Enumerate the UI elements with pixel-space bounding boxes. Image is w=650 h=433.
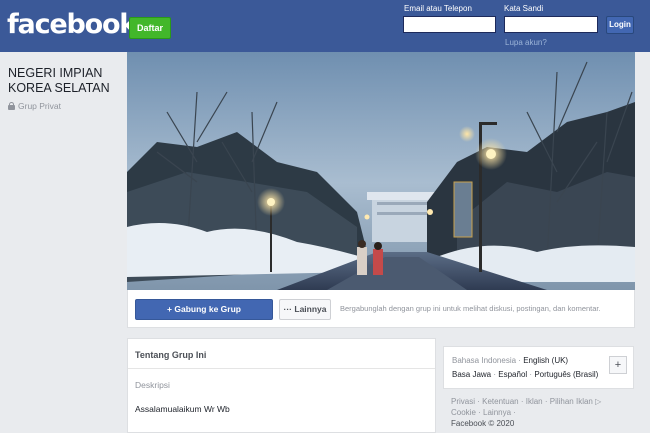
password-field[interactable] bbox=[504, 16, 598, 33]
description-label: Deskripsi bbox=[135, 380, 170, 390]
join-group-button[interactable]: + Gabung ke Grup bbox=[135, 299, 273, 320]
more-label: Lainnya bbox=[294, 304, 327, 314]
footer-links-row-1: Privasi · Ketentuan · Iklan · Pilihan Ik… bbox=[451, 397, 602, 406]
group-name[interactable]: NEGERI IMPIAN KOREA SELATAN bbox=[8, 66, 128, 96]
login-button[interactable]: Login bbox=[606, 16, 634, 34]
facebook-logo[interactable]: facebook bbox=[7, 9, 137, 40]
footer: Privasi · Ketentuan · Iklan · Pilihan Ik… bbox=[451, 396, 634, 429]
forgot-account-link[interactable]: Lupa akun? bbox=[505, 38, 547, 47]
plus-icon: + bbox=[167, 304, 172, 314]
add-language-button[interactable]: + bbox=[609, 356, 627, 374]
language-selector-card: Bahasa Indonesia · English (UK) Basa Jaw… bbox=[443, 346, 634, 389]
signup-button[interactable]: Daftar bbox=[129, 17, 172, 39]
password-label: Kata Sandi bbox=[504, 4, 544, 13]
footer-links-row-2: Cookie · Lainnya · bbox=[451, 408, 516, 417]
lock-icon bbox=[8, 102, 15, 110]
group-privacy: Grup Privat bbox=[8, 101, 61, 111]
footer-link-ad-choices[interactable]: Pilihan Iklan bbox=[550, 397, 593, 406]
more-button[interactable]: ··· Lainnya bbox=[279, 299, 331, 320]
group-name-line2: KOREA SELATAN bbox=[8, 81, 110, 95]
snowy-street-image bbox=[127, 52, 635, 290]
copyright: Facebook © 2020 bbox=[451, 419, 515, 428]
ad-choices-icon: ▷ bbox=[595, 397, 602, 406]
join-hint-text: Bergabunglah dengan grup ini untuk melih… bbox=[340, 304, 601, 313]
footer-link-privacy[interactable]: Privasi bbox=[451, 397, 475, 406]
language-option-espanol[interactable]: Español bbox=[498, 370, 527, 379]
footer-link-ads[interactable]: Iklan bbox=[526, 397, 543, 406]
current-language: Bahasa Indonesia bbox=[452, 356, 517, 365]
language-row-2: Basa Jawa · Español · Português (Brasil) bbox=[452, 370, 599, 379]
description-text: Assalamualaikum Wr Wb bbox=[135, 404, 230, 414]
language-option-english[interactable]: English (UK) bbox=[523, 356, 568, 365]
top-bar: facebook Daftar Email atau Telepon Kata … bbox=[0, 0, 650, 52]
ellipsis-icon: ··· bbox=[283, 304, 293, 314]
footer-link-cookie[interactable]: Cookie bbox=[451, 408, 476, 417]
footer-link-terms[interactable]: Ketentuan bbox=[482, 397, 518, 406]
email-label: Email atau Telepon bbox=[404, 4, 472, 13]
join-group-label: Gabung ke Grup bbox=[174, 304, 241, 314]
privacy-label: Grup Privat bbox=[18, 101, 61, 111]
about-group-card: Tentang Grup Ini Deskripsi Assalamualaik… bbox=[127, 338, 436, 433]
group-name-line1: NEGERI IMPIAN bbox=[8, 66, 103, 80]
divider bbox=[128, 368, 435, 369]
language-row-1: Bahasa Indonesia · English (UK) bbox=[452, 356, 569, 365]
about-title: Tentang Grup Ini bbox=[135, 350, 207, 360]
language-option-portugues[interactable]: Português (Brasil) bbox=[534, 370, 598, 379]
email-field[interactable] bbox=[403, 16, 496, 33]
group-action-bar: + Gabung ke Grup ··· Lainnya Bergabungla… bbox=[127, 290, 635, 328]
language-option-basa-jawa[interactable]: Basa Jawa bbox=[452, 370, 491, 379]
footer-link-more[interactable]: Lainnya bbox=[483, 408, 511, 417]
cover-photo bbox=[127, 52, 635, 290]
